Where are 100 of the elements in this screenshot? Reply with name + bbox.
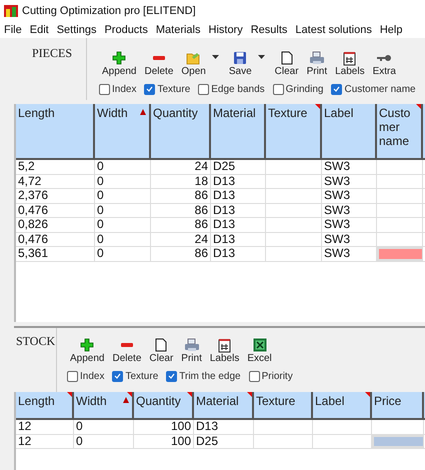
spreadsheet-icon (252, 338, 267, 352)
printer-icon (308, 51, 325, 65)
column-header[interactable]: Length (16, 392, 74, 418)
table-cell: 100 (134, 434, 194, 448)
checkbox[interactable] (331, 84, 342, 94)
table-cell: 86 (151, 204, 211, 217)
table-cell: 12 (16, 434, 74, 448)
checkmark-icon (333, 86, 340, 92)
caret-icon (258, 55, 265, 59)
table-cell: 0 (95, 189, 151, 202)
table-cell: 24 (151, 232, 211, 246)
menu-item[interactable]: Products (104, 22, 148, 38)
menu-item[interactable]: Materials (156, 22, 200, 38)
table-cell: SW3 (322, 232, 377, 246)
column-header[interactable]: Price (372, 392, 424, 418)
menu-item[interactable]: Settings (56, 22, 96, 38)
caret-icon (212, 55, 219, 59)
menu-item[interactable]: Help (380, 22, 402, 38)
toolbar-button[interactable]: Delete (109, 337, 144, 365)
toolbar-button[interactable]: Print (178, 337, 205, 365)
table-cell: 0,826 (16, 218, 95, 232)
column-header[interactable]: Quantity (134, 392, 194, 418)
table-cell: 86 (151, 218, 211, 232)
column-header[interactable]: Texture (254, 392, 313, 418)
table-cell: 2,376 (16, 189, 95, 202)
column-header[interactable]: Quantity (151, 104, 211, 158)
checkbox[interactable] (198, 84, 210, 94)
table-cell: 0 (95, 160, 151, 174)
column-header[interactable]: Material (211, 104, 266, 158)
page-icon (280, 51, 293, 65)
checkbox-label: Customer name (344, 82, 416, 96)
section-title: STOCK (15, 333, 56, 350)
table-cell: SW3 (322, 218, 377, 232)
table-cell: 86 (151, 189, 211, 202)
checkbox-label: Texture (125, 370, 158, 384)
table-cell: 0 (74, 434, 134, 448)
checkmark-icon (168, 373, 176, 379)
checkbox[interactable] (67, 370, 78, 382)
toolbar-button[interactable]: Append (67, 337, 108, 365)
column-header[interactable]: Material (194, 392, 254, 418)
table-cell: D25 (194, 434, 254, 448)
folder-icon (186, 51, 202, 65)
toolbar-button[interactable]: Delete (141, 50, 176, 78)
toolbar-button[interactable]: Append (99, 50, 140, 78)
column-header[interactable]: Texture (266, 104, 322, 158)
toolbar-button[interactable]: Labels (332, 50, 368, 78)
checkbox[interactable] (99, 84, 110, 94)
checkbox-label: Priority (262, 370, 293, 384)
key-icon (376, 53, 392, 63)
toolbar-button[interactable]: Excel (244, 337, 275, 365)
toolbar-button[interactable]: Open (178, 50, 224, 78)
plus-icon (80, 338, 94, 352)
menu-item[interactable]: History (208, 22, 243, 38)
checkmark-icon (114, 373, 122, 379)
hash-tag-page-icon (343, 50, 356, 66)
checkbox[interactable] (112, 370, 124, 382)
table-cell: 5,2 (16, 160, 95, 174)
table-cell: 24 (151, 160, 211, 174)
toolbar-button[interactable]: Save (226, 50, 270, 78)
toolbar-button[interactable]: Print (304, 50, 330, 78)
column-header[interactable]: Length (16, 104, 95, 158)
checkbox-label: Index (80, 370, 104, 384)
table-cell: D13 (211, 247, 266, 260)
table-cell: SW3 (322, 174, 377, 188)
menu-item[interactable]: Edit (30, 22, 49, 38)
checkbox-label: Trim the edge (179, 370, 241, 384)
page-icon (155, 338, 168, 352)
column-header[interactable]: Width (95, 104, 151, 158)
hash-tag-page-icon (218, 338, 232, 352)
checkbox[interactable] (166, 370, 178, 382)
table-cell: 5,361 (16, 247, 95, 260)
table-cell: 0 (95, 204, 151, 217)
column-header[interactable]: Width (74, 392, 134, 418)
table-cell: 0 (95, 218, 151, 232)
checkbox-label: Index (112, 82, 136, 96)
table-cell: 18 (151, 174, 211, 188)
column-header[interactable]: Customer name (377, 104, 423, 158)
toolbar-button[interactable]: Extra (370, 50, 399, 78)
column-header[interactable]: Label (313, 392, 372, 418)
section-title: PIECES (31, 45, 74, 62)
toolbar-button[interactable]: Clear (146, 337, 176, 365)
table-cell: D13 (211, 218, 266, 232)
table-cell: D13 (211, 232, 266, 246)
checkbox-label: Grinding (286, 82, 324, 96)
table-cell: SW3 (322, 189, 377, 202)
menu-item[interactable]: Results (250, 22, 288, 38)
table-cell: 0 (74, 420, 134, 434)
checkbox[interactable] (248, 370, 260, 382)
menu-item[interactable]: Latest solutions (295, 22, 372, 38)
column-header[interactable]: Label (322, 104, 377, 158)
table-cell: 86 (151, 247, 211, 260)
window-title: Cutting Optimization pro [ELITEND] (22, 4, 196, 19)
menu-item[interactable]: File (4, 22, 22, 38)
app-logo-icon (4, 5, 18, 17)
table-cell: 4,72 (16, 174, 95, 188)
plus-icon (112, 51, 126, 65)
toolbar-button[interactable]: Labels (206, 337, 242, 365)
checkbox[interactable] (272, 84, 284, 94)
toolbar-button[interactable]: Clear (272, 50, 302, 78)
checkbox[interactable] (144, 84, 156, 94)
